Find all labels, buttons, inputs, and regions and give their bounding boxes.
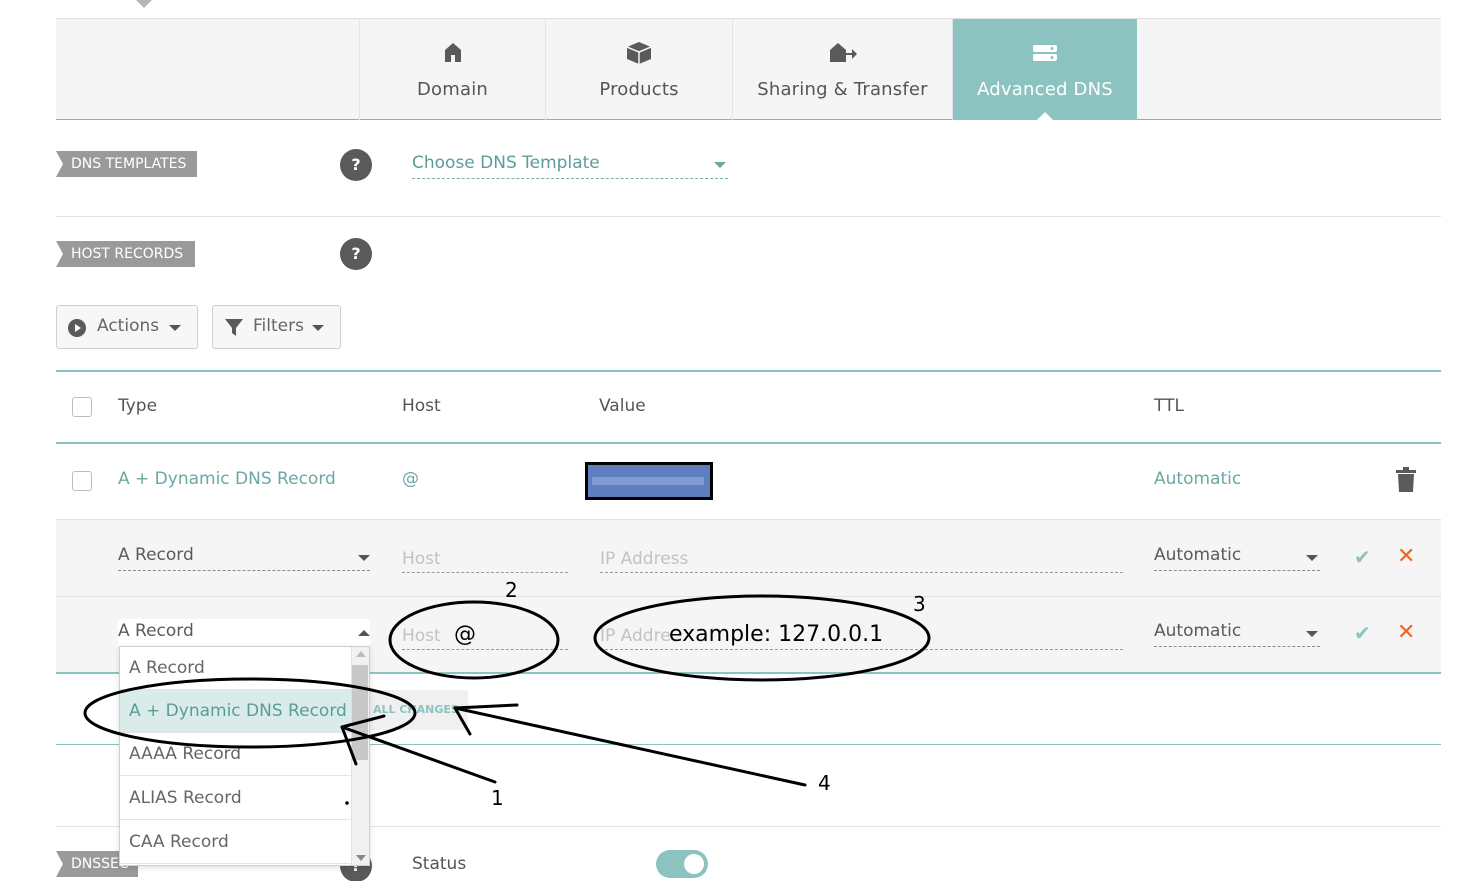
annotation-arrow-1 — [340, 725, 497, 784]
annotation-ellipse-value — [593, 594, 931, 682]
annotation-overlay — [83, 594, 931, 805]
annotation-dot — [345, 801, 349, 805]
annotation-ellipse-host — [388, 600, 560, 680]
annotation-arrow-4 — [453, 706, 807, 787]
